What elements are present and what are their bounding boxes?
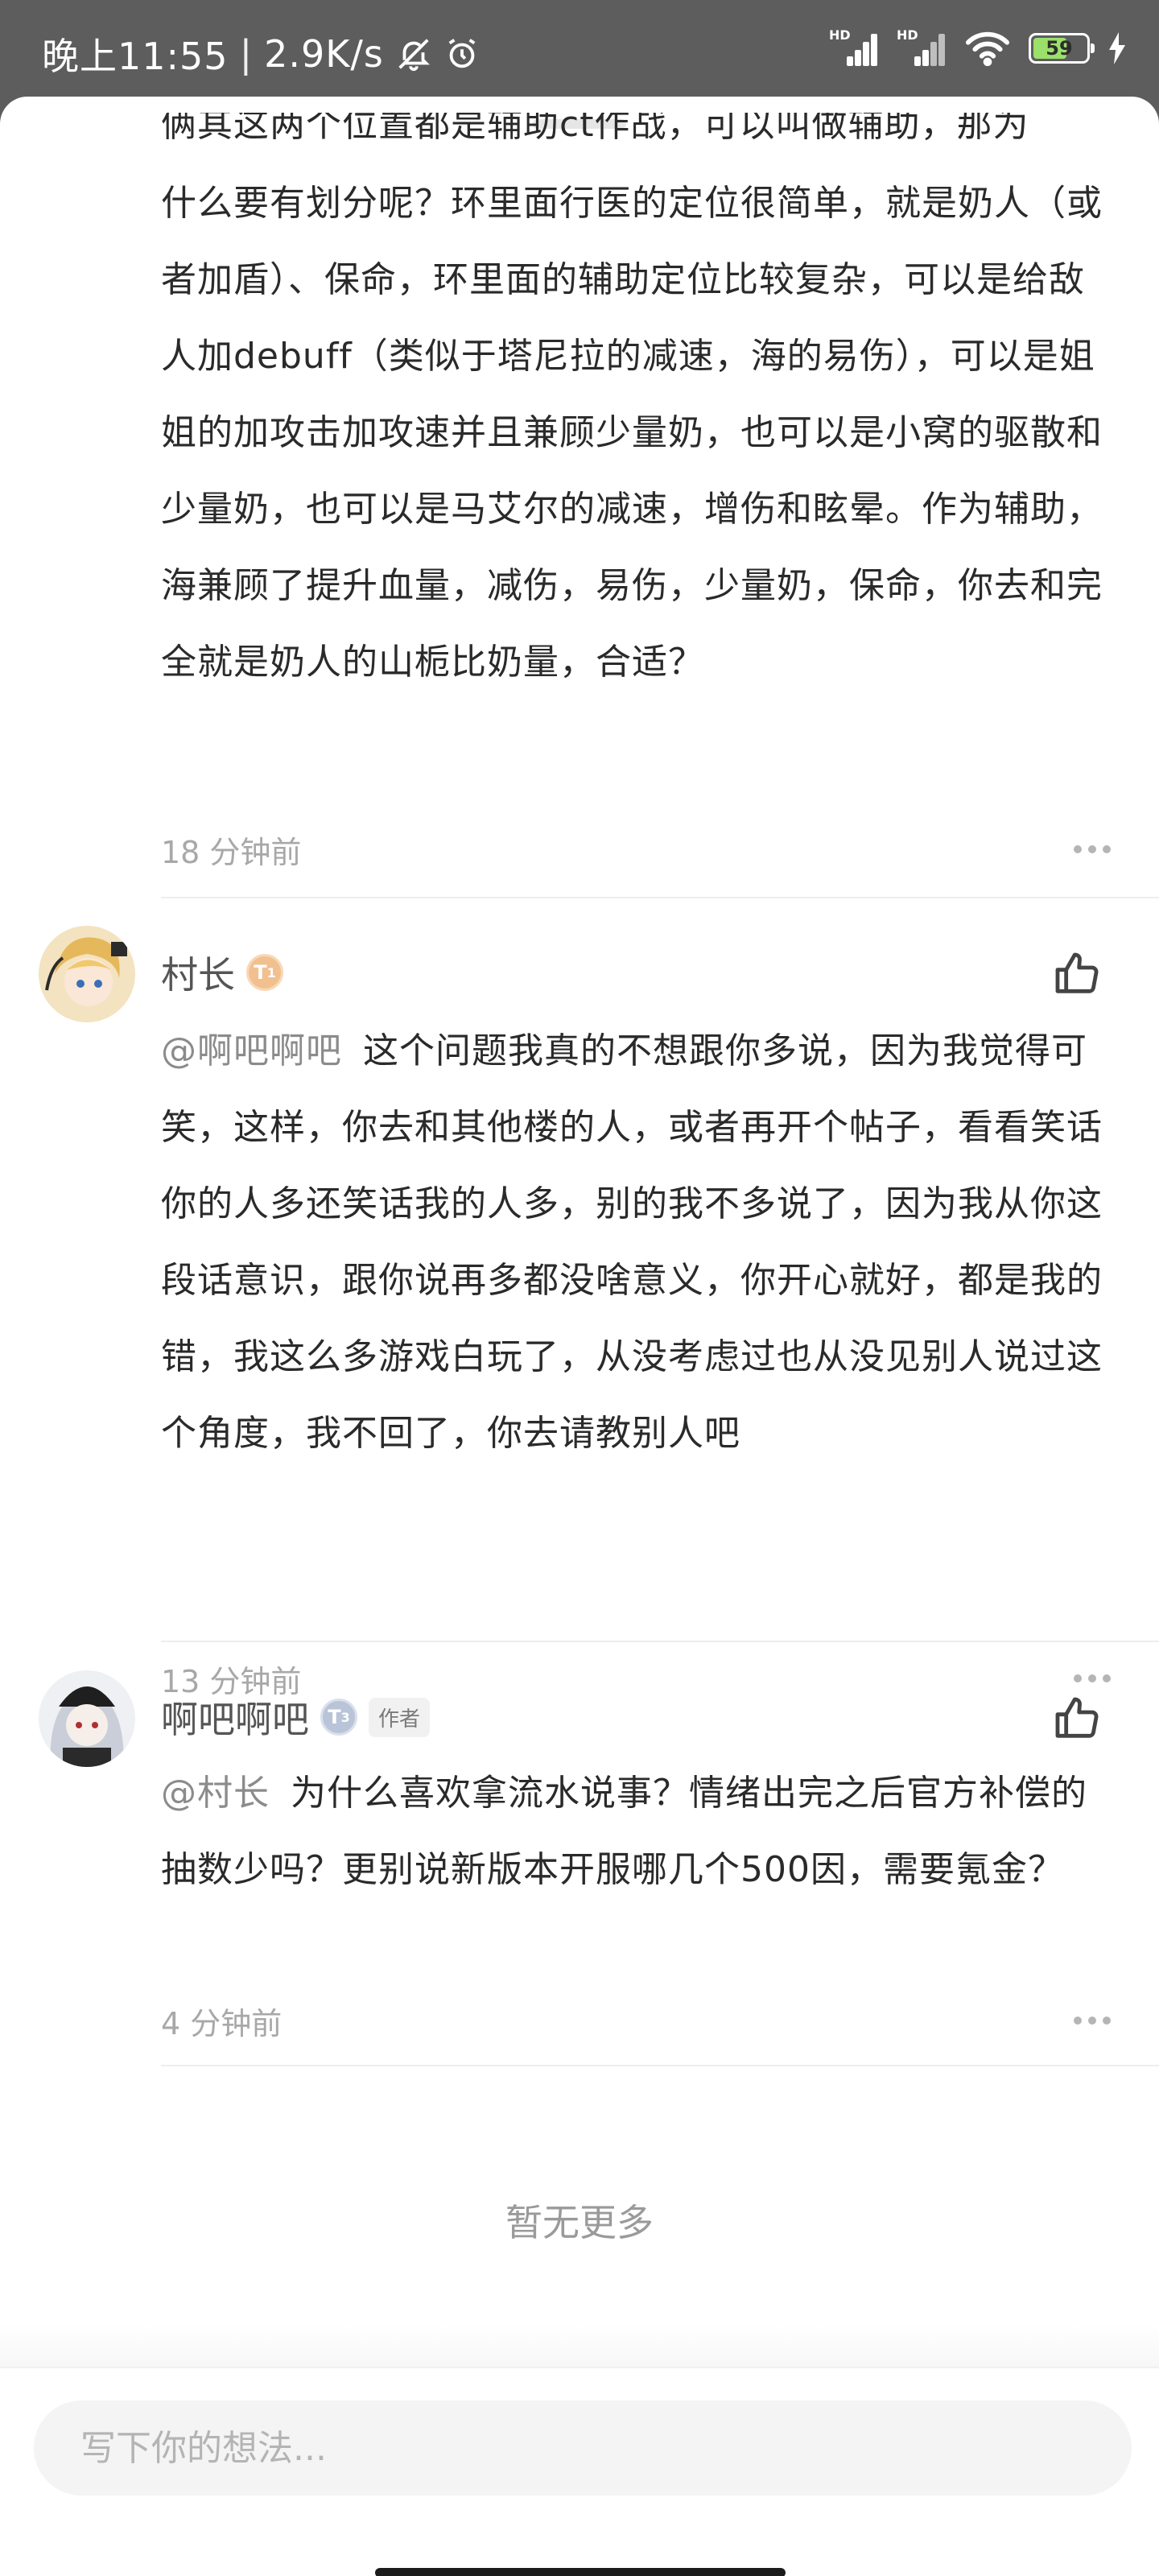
wifi-icon	[965, 31, 1010, 66]
user-level-badge: T3	[320, 1699, 357, 1736]
divider	[161, 897, 1159, 898]
reply-meta: 18 分钟前	[161, 825, 1111, 873]
bell-muted-icon	[398, 39, 430, 72]
reply-text: 什么要有划分呢？环里面行医的定位很简单，就是奶人（或者加盾）、保命，环里面的辅助…	[161, 183, 1103, 683]
mention-link[interactable]: @村长	[161, 1773, 270, 1814]
reply-partial-line: 俩其这两个位置都是辅助ct作战，可以叫做辅助，那为	[161, 113, 1029, 145]
comment-author-row: 村长 T1	[161, 946, 283, 999]
alarm-icon	[448, 39, 476, 68]
status-right: HD HD 59	[829, 27, 1127, 66]
more-options-icon[interactable]	[1074, 1674, 1111, 1682]
status-separator: |	[239, 32, 254, 76]
status-left: 晚上11:55 | 2.9K/s	[42, 27, 481, 80]
divider	[161, 2065, 1159, 2066]
comment-input[interactable]	[34, 2401, 1132, 2496]
more-options-icon[interactable]	[1074, 845, 1111, 853]
comment-body: @村长 为什么喜欢拿流水说事？情绪出完之后官方补偿的抽数少吗？更别说新版本开服哪几…	[161, 1755, 1111, 1908]
reply-item: 俩其这两个位置都是辅助ct作战，可以叫做辅助，那为 什么要有划分呢？环里面行医的…	[161, 113, 1111, 870]
clock: 晚上11:55	[42, 35, 229, 78]
comment-text: 这个问题我真的不想跟你多说，因为我觉得可笑，这样，你去和其他楼的人，或者再开个帖…	[161, 1030, 1103, 1454]
author-name[interactable]: 啊吧啊吧	[161, 1690, 309, 1744]
comment-time: 4 分钟前	[161, 2005, 283, 2041]
signal-sim2-icon: HD	[897, 27, 947, 66]
avatar[interactable]	[39, 926, 135, 1022]
comment-text: 为什么喜欢拿流水说事？情绪出完之后官方补偿的抽数少吗？更别说新版本开服哪几个50…	[161, 1773, 1087, 1890]
network-speed: 2.9K/s	[264, 32, 384, 76]
mention-link[interactable]: @啊吧啊吧	[161, 1030, 342, 1071]
comment-author-row: 啊吧啊吧 T3 作者	[161, 1690, 431, 1744]
reply-time: 18 分钟前	[161, 834, 302, 870]
comment-sheet: 俩其这两个位置都是辅助ct作战，可以叫做辅助，那为 什么要有划分呢？环里面行医的…	[0, 97, 1159, 2576]
user-level-badge: T1	[246, 954, 283, 991]
charging-icon	[1109, 32, 1125, 64]
bottom-input-bar	[0, 2325, 1159, 2576]
reply-body: 俩其这两个位置都是辅助ct作战，可以叫做辅助，那为 什么要有划分呢？环里面行医的…	[161, 113, 1111, 821]
avatar[interactable]	[39, 1670, 135, 1767]
author-badge: 作者	[369, 1697, 431, 1737]
author-name[interactable]: 村长	[161, 946, 235, 999]
thumbs-up-icon[interactable]	[1051, 948, 1103, 1000]
comment-body: @啊吧啊吧 这个问题我真的不想跟你多说，因为我觉得可笑，这样，你去和其他楼的人，或…	[161, 1013, 1111, 1472]
status-bar: 晚上11:55 | 2.9K/s HD HD 59	[0, 0, 1159, 103]
home-indicator[interactable]	[375, 2568, 786, 2576]
more-options-icon[interactable]	[1074, 2017, 1111, 2025]
thumbs-up-icon[interactable]	[1051, 1693, 1103, 1744]
divider	[161, 1641, 1159, 1642]
no-more-text: 暂无更多	[505, 2201, 654, 2244]
battery-level: 59	[1046, 37, 1073, 60]
signal-sim1-icon: HD	[829, 27, 879, 66]
comment-meta: 4 分钟前	[161, 1996, 1111, 2045]
battery-icon: 59	[1029, 33, 1095, 64]
